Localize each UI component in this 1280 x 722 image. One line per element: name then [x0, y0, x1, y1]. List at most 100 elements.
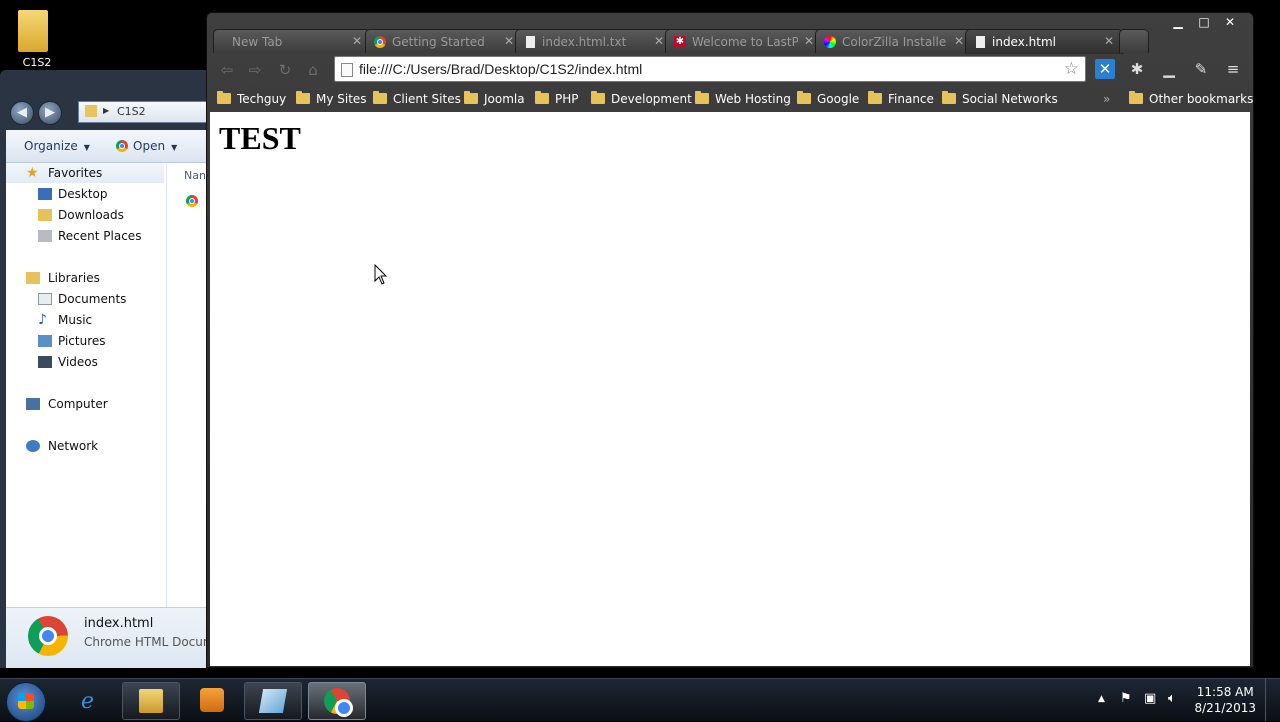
taskbar: e ▲ ⚑ ▣ 🔈︎ 11:58 AM 8/21/2013: [0, 678, 1280, 722]
tree-item-desktop[interactable]: Desktop: [6, 184, 164, 204]
folder-icon: [217, 91, 231, 104]
reload-icon[interactable]: ↻: [275, 61, 295, 79]
back-icon[interactable]: ◀: [10, 101, 34, 125]
tree-item-label: Network: [48, 439, 99, 453]
bookmark-folder-google[interactable]: Google: [797, 90, 859, 108]
taskbar-chrome[interactable]: [308, 682, 366, 720]
folder-icon: [535, 91, 549, 104]
breadcrumb: C1S2: [117, 105, 146, 118]
menu-icon[interactable]: ≡: [1223, 59, 1243, 79]
open-label: Open: [133, 139, 166, 153]
bookmark-folder-web-hosting[interactable]: Web Hosting: [695, 90, 791, 108]
explorer-address-bar[interactable]: ▶ C1S2: [78, 101, 210, 123]
tree-item-documents[interactable]: Documents: [6, 289, 164, 309]
other-bookmarks[interactable]: Other bookmarks: [1129, 90, 1253, 108]
folder-icon: [797, 91, 811, 104]
chrome-icon[interactable]: [186, 195, 198, 207]
minimize-icon[interactable]: ▁: [1165, 15, 1191, 29]
taskbar-media-player[interactable]: [184, 682, 240, 718]
pictures-icon: [38, 335, 52, 347]
tab-strip: New Tab ✕ Getting Started ✕ index.html.t…: [213, 29, 1173, 54]
forward-icon[interactable]: ▶: [38, 101, 62, 125]
folder-icon: [868, 91, 882, 104]
action-center-flag-icon[interactable]: ⚑: [1120, 691, 1132, 706]
tree-item-label: Libraries: [48, 271, 100, 285]
clock-date: 8/21/2013: [1194, 701, 1256, 715]
close-icon[interactable]: ✕: [654, 34, 664, 48]
desktop-folder-shortcut[interactable]: C1S2: [14, 6, 54, 70]
open-button[interactable]: Open ▼: [116, 139, 177, 153]
clock-time: 11:58 AM: [1196, 685, 1254, 699]
bookmark-folder-joomla[interactable]: Joomla: [464, 90, 525, 108]
browser-toolbar: ⇦ ⇨ ↻ ⌂ file:///C:/Users/Brad/Desktop/C1…: [207, 53, 1253, 87]
bookmarks-overflow-button[interactable]: »: [1103, 90, 1110, 108]
tree-item-network[interactable]: Network: [6, 436, 164, 456]
bookmark-folder-techguy[interactable]: Techguy: [217, 90, 286, 108]
close-icon[interactable]: ✕: [352, 34, 362, 48]
tree-item-recent-places[interactable]: Recent Places: [6, 226, 164, 246]
start-button[interactable]: [6, 682, 46, 722]
bookmark-folder-development[interactable]: Development: [591, 90, 692, 108]
bookmark-label: My Sites: [316, 92, 367, 106]
tree-item-pictures[interactable]: Pictures: [6, 331, 164, 351]
bookmark-folder-my-sites[interactable]: My Sites: [296, 90, 367, 108]
volume-icon[interactable]: 🔈︎: [1168, 691, 1176, 706]
colorzilla-icon: [824, 36, 836, 48]
show-desktop-button[interactable]: [1265, 679, 1280, 721]
taskbar-explorer[interactable]: [122, 682, 180, 720]
bar-extension-icon[interactable]: ▁: [1159, 59, 1179, 79]
tab-lastpass[interactable]: ✱ Welcome to LastP ✕: [665, 29, 823, 53]
tree-item-computer[interactable]: Computer: [6, 394, 164, 414]
bookmark-folder-client-sites[interactable]: Client Sites: [373, 90, 461, 108]
windows-logo-icon: [18, 693, 34, 709]
taskbar-notepad[interactable]: [244, 682, 302, 720]
close-icon[interactable]: ✕: [1104, 34, 1114, 48]
videos-icon: [38, 356, 52, 368]
tab-title: Welcome to LastP: [692, 35, 798, 49]
bookmark-folder-social-networks[interactable]: Social Networks: [942, 90, 1058, 108]
eyedropper-icon[interactable]: ✎: [1191, 59, 1211, 79]
internet-explorer-icon: e: [81, 689, 94, 712]
puzzle-extension-icon[interactable]: ✱: [1127, 59, 1147, 79]
home-icon[interactable]: ⌂: [303, 61, 323, 79]
bookmark-label: Development: [611, 92, 692, 106]
back-icon[interactable]: ⇦: [217, 61, 237, 79]
tab-colorzilla[interactable]: ColorZilla Installe ✕: [815, 29, 973, 53]
forward-icon[interactable]: ⇨: [245, 61, 265, 79]
tree-item-label: Videos: [58, 355, 98, 369]
bookmark-label: Client Sites: [393, 92, 461, 106]
tree-item-downloads[interactable]: Downloads: [6, 205, 164, 225]
clock[interactable]: 11:58 AM 8/21/2013: [1194, 684, 1256, 716]
url-text: file:///C:/Users/Brad/Desktop/C1S2/index…: [359, 61, 643, 77]
bookmark-star-icon[interactable]: ☆: [1064, 59, 1079, 79]
maximize-icon[interactable]: □: [1191, 15, 1217, 29]
folder-icon: [591, 91, 605, 104]
show-hidden-icons-icon[interactable]: ▲: [1098, 694, 1105, 704]
column-header-name[interactable]: Nan: [184, 169, 206, 182]
bookmark-label: Other bookmarks: [1149, 92, 1254, 106]
close-icon[interactable]: ✕: [504, 34, 514, 48]
tab-new-tab[interactable]: New Tab ✕: [213, 29, 371, 53]
tab-getting-started[interactable]: Getting Started ✕: [365, 29, 523, 53]
close-icon[interactable]: ✕: [1217, 15, 1243, 29]
tab-index-html[interactable]: index.html ✕: [965, 29, 1123, 54]
new-tab-button[interactable]: [1119, 29, 1149, 53]
bookmark-folder-finance[interactable]: Finance: [868, 90, 934, 108]
taskbar-ie[interactable]: e: [62, 682, 118, 718]
tree-item-music[interactable]: ♪ Music: [6, 310, 164, 330]
bookmark-folder-php[interactable]: PHP: [535, 90, 579, 108]
tree-item-videos[interactable]: Videos: [6, 352, 164, 372]
lastpass-icon: ✱: [674, 36, 686, 48]
tab-index-html-txt[interactable]: index.html.txt ✕: [515, 29, 673, 53]
documents-icon: [38, 293, 52, 305]
network-icon[interactable]: ▣: [1144, 691, 1156, 706]
address-bar[interactable]: file:///C:/Users/Brad/Desktop/C1S2/index…: [334, 56, 1086, 82]
details-pane: index.html Chrome HTML Docum: [6, 607, 210, 668]
tree-item-favorites[interactable]: ★ Favorites: [6, 163, 164, 183]
tab-title: New Tab: [232, 35, 283, 49]
organize-button[interactable]: Organize ▼: [24, 139, 90, 153]
close-icon[interactable]: ✕: [804, 34, 814, 48]
close-icon[interactable]: ✕: [954, 34, 964, 48]
extension-icon[interactable]: ✕: [1095, 59, 1115, 79]
tree-item-libraries[interactable]: Libraries: [6, 268, 164, 288]
